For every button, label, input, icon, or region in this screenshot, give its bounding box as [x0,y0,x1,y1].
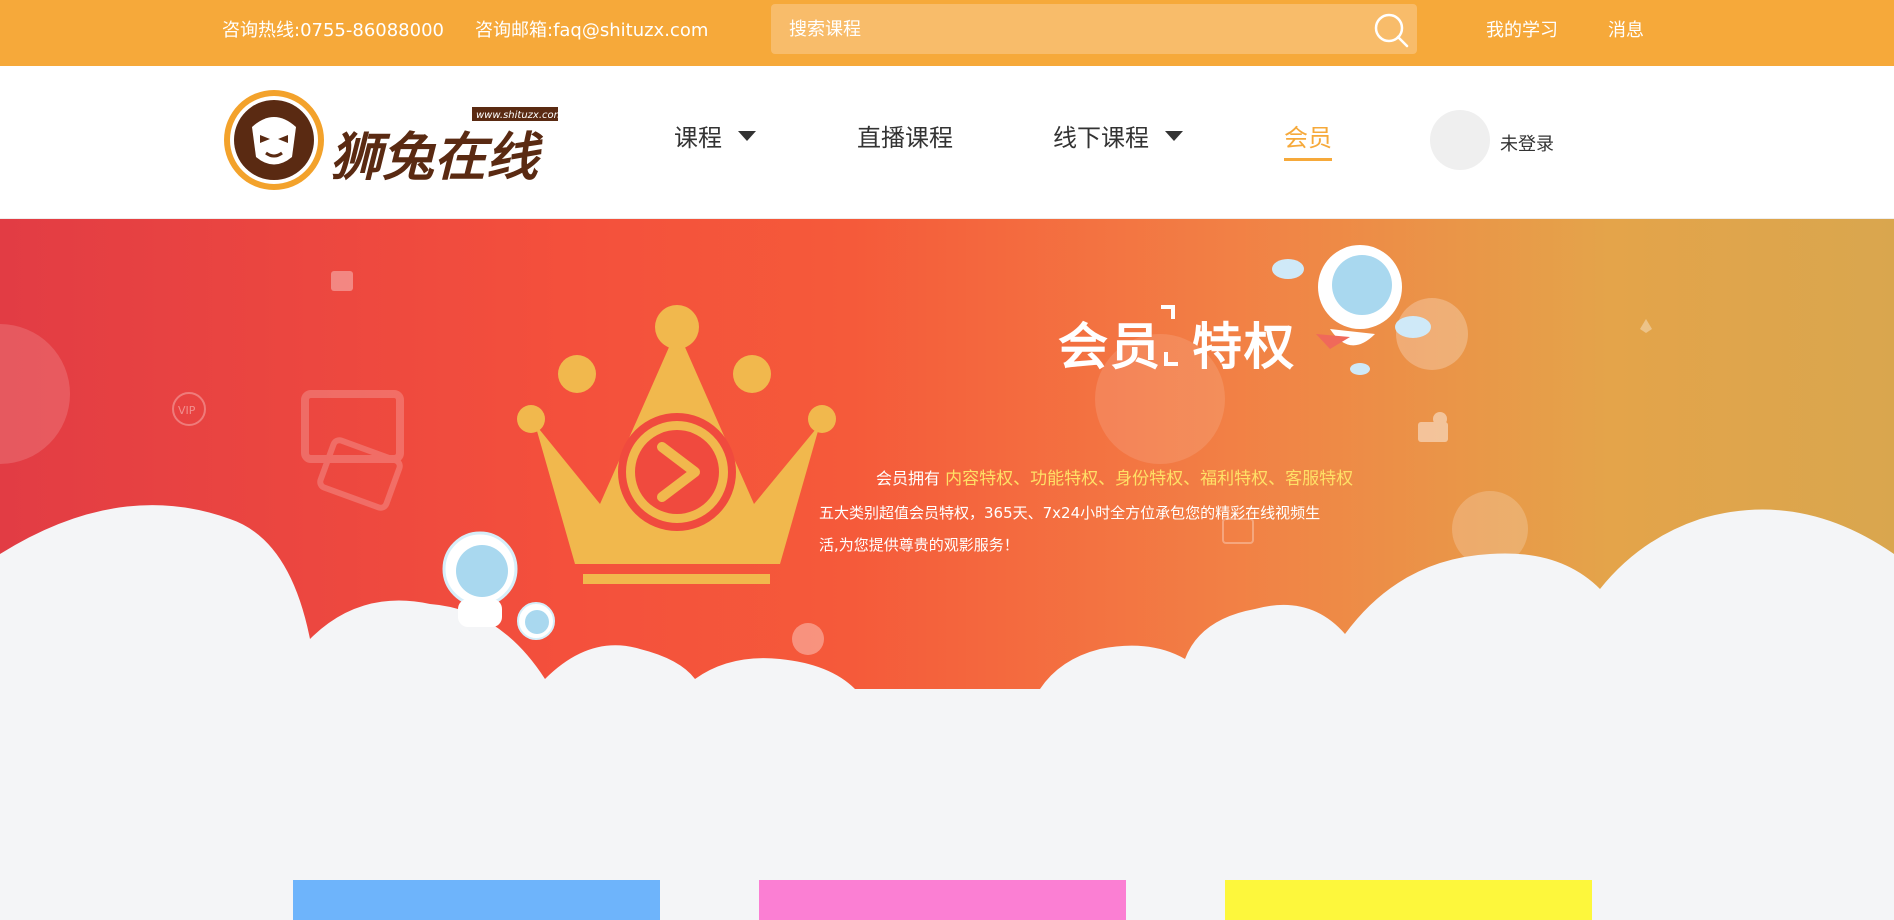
rocket-small-icon [792,623,824,655]
banner-illustration: VIP [0,245,1894,689]
logo-url-text: www.shituzx.com [476,110,558,121]
chevron-down-icon [1165,130,1183,141]
astronaut-small-illustration [442,531,555,640]
nav-courses[interactable]: 课程 [674,118,756,153]
vip-icon-text: VIP [178,404,196,417]
desc-prefix: 会员拥有 [876,469,941,488]
my-learning-link[interactable]: 我的学习 [1486,16,1558,42]
main-header: 狮兔在线 www.shituzx.com 课程 直播课程 线下课程 会员 未登录 [0,66,1894,219]
search-icon[interactable] [1373,12,1409,48]
privilege-card-blue[interactable] [293,880,660,920]
crown-icon [517,305,836,584]
site-logo[interactable]: 狮兔在线 www.shituzx.com [222,87,558,193]
camera-icon [1418,412,1448,442]
member-banner: VIP 会员 特权 会员拥有 内容特权、功能特权、身份特权、福利特权、客服特权 … [0,219,1894,689]
hotline-text: 咨询热线:0755-86088000 [222,20,444,41]
banner-title-part1: 会员 [1058,318,1162,376]
chevron-down-icon [738,130,756,141]
banner-title-part2: 特权 [1192,318,1296,376]
search-input[interactable] [789,14,1349,44]
nav-live-label: 直播课程 [857,124,953,152]
ticket-icon [301,390,404,511]
nav-member[interactable]: 会员 [1284,118,1332,161]
banner-description-body: 五大类别超值会员特权，365天、7x24小时全方位承包您的精彩在线视频生活,为您… [819,504,1321,554]
avatar[interactable] [1430,110,1490,170]
bracket-decoration [1161,305,1175,319]
nav-offline-label: 线下课程 [1053,124,1149,152]
nav-live-courses[interactable]: 直播课程 [857,118,953,153]
nav-member-label: 会员 [1284,124,1332,152]
login-status[interactable]: 未登录 [1500,130,1554,156]
email-text: 咨询邮箱:faq@shituzx.com [475,20,709,41]
privilege-card-yellow[interactable] [1225,880,1592,920]
messages-link[interactable]: 消息 [1608,16,1644,42]
nav-offline-courses[interactable]: 线下课程 [1053,118,1183,153]
mail-icon [331,271,353,291]
banner-description-line1: 会员拥有 内容特权、功能特权、身份特权、福利特权、客服特权 [876,464,1353,489]
desc-highlight: 内容特权、功能特权、身份特权、福利特权、客服特权 [945,469,1354,489]
active-underline [1284,158,1332,161]
top-bar: 咨询热线:0755-86088000 咨询邮箱:faq@shituzx.com … [0,0,1894,66]
nav-courses-label: 课程 [674,124,722,152]
logo-text: 狮兔在线 [330,128,544,188]
star-icon [1640,319,1652,333]
privilege-card-pink[interactable] [759,880,1126,920]
bracket-decoration [1164,352,1178,366]
search-box [771,4,1417,54]
decor-circle [0,324,70,464]
banner-title: 会员 特权 [1058,307,1296,379]
